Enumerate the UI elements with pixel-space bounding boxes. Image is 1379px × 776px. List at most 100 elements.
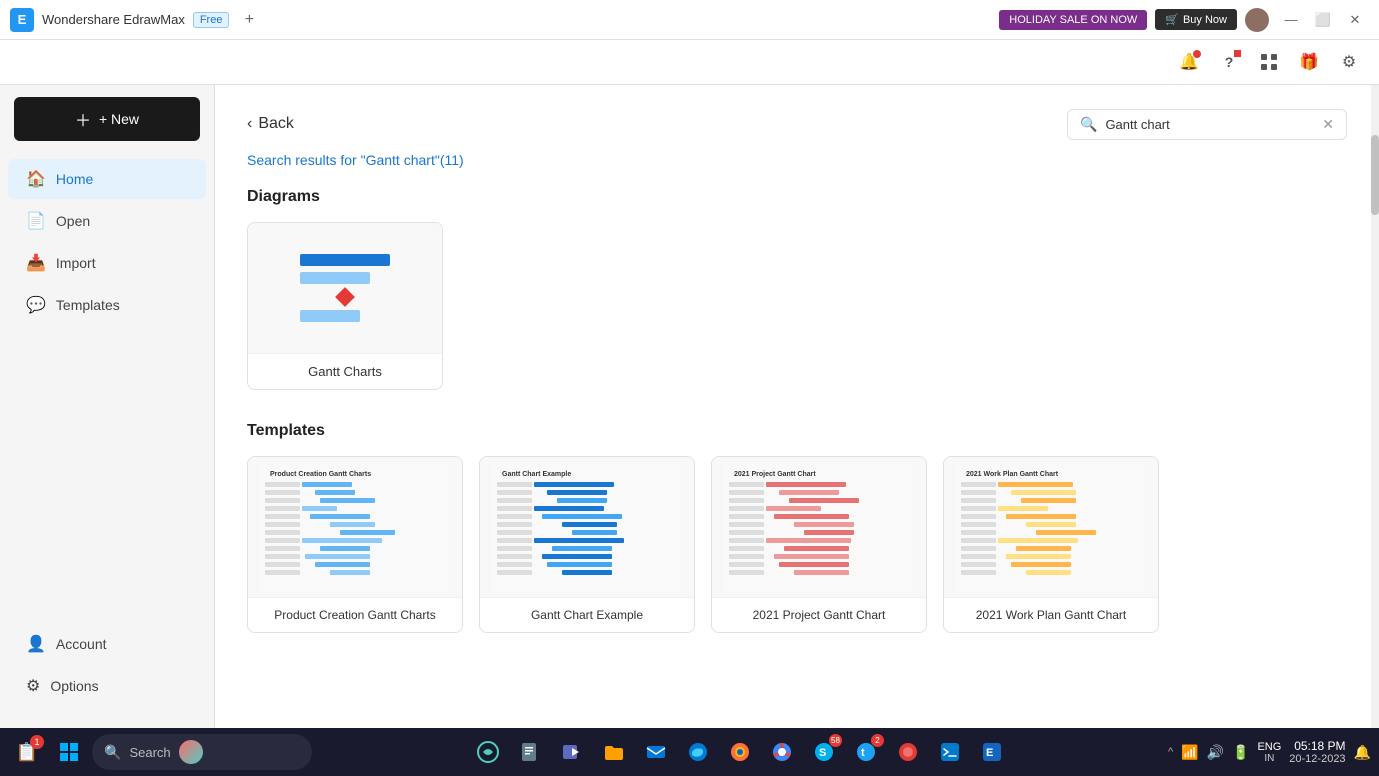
template-card-1[interactable]: Gantt Chart Example [479,456,695,633]
apps-grid-icon[interactable] [1255,48,1283,76]
template-thumbnail-3: 2021 Work Plan Gantt Chart [944,457,1158,597]
svg-text:t: t [861,747,865,759]
diagram-card-gantt[interactable]: Gantt Charts [247,222,443,390]
notification-dot [1193,50,1201,58]
notification-icon[interactable]: 🔔 [1175,48,1203,76]
taskbar-center-apps: S 58 t 2 E [316,733,1164,771]
search-icon: 🔍 [1080,116,1097,133]
taskbar-app-chrome[interactable] [763,733,801,771]
svg-text:2021 Project Gantt Chart: 2021 Project Gantt Chart [734,471,816,478]
plus-icon: ＋ [75,107,91,131]
options-icon: ⚙ [26,676,40,696]
search-input[interactable] [1105,117,1314,132]
taskbar-windows-start[interactable] [50,733,88,771]
app-logo: E [10,8,34,32]
back-button[interactable]: ‹ Back [247,115,294,133]
template-card-label-1: Gantt Chart Example [480,597,694,632]
new-button[interactable]: ＋ + New [14,97,200,141]
back-header: ‹ Back 🔍 ✕ [247,109,1347,140]
taskbar-notification[interactable]: 📋 1 [8,733,46,771]
template-card-0[interactable]: Product Creation Gantt Charts [247,456,463,633]
taskbar-app-mail[interactable] [637,733,675,771]
search-results-text: Search results for "Gantt chart"(11) [247,152,1347,168]
diagrams-grid: Gantt Charts [247,222,1347,390]
gantt-bar-light [300,272,370,284]
sidebar-item-templates[interactable]: 💬 Templates [8,285,206,325]
template-card-label-3: 2021 Work Plan Gantt Chart [944,597,1158,632]
taskbar-app-video[interactable] [553,733,591,771]
sidebar-item-label: Import [56,255,96,271]
buy-now-button[interactable]: 🛒 Buy Now [1155,9,1237,30]
template-card-label-0: Product Creation Gantt Charts [248,597,462,632]
help-icon[interactable]: ? [1215,48,1243,76]
sidebar-item-label: Options [50,678,98,694]
template-card-label-2: 2021 Project Gantt Chart [712,597,926,632]
free-badge: Free [193,12,230,28]
gantt-milestone-diamond [335,287,355,307]
import-icon: 📥 [26,253,46,273]
template-thumbnail-0: Product Creation Gantt Charts [248,457,462,597]
template-card-3[interactable]: 2021 Work Plan Gantt Chart [943,456,1159,633]
template-card-2[interactable]: 2021 Project Gantt Chart [711,456,927,633]
content-area: ‹ Back 🔍 ✕ Search results for "Gantt cha… [215,85,1379,728]
cart-icon: 🛒 [1165,13,1179,26]
taskbar-search-text: Search [129,745,170,760]
svg-text:Product Creation Gantt Charts: Product Creation Gantt Charts [270,471,371,478]
holiday-sale-button[interactable]: HOLIDAY SALE ON NOW [999,10,1147,30]
search-query: "Gantt chart" [361,152,440,168]
sidebar-item-import[interactable]: 📥 Import [8,243,206,283]
taskbar-search-box[interactable]: 🔍 Search [92,734,312,770]
taskbar-app-file[interactable] [511,733,549,771]
minimize-button[interactable]: — [1277,6,1305,34]
notification-bell-icon[interactable]: 🔔 [1354,744,1371,761]
account-icon: 👤 [26,634,46,654]
titlebar-left: E Wondershare EdrawMax Free + [10,8,261,32]
date-display: 20-12-2023 [1289,753,1345,765]
scrollbar-thumb[interactable] [1371,135,1379,215]
sidebar-item-account[interactable]: 👤 Account [8,624,206,664]
header-bar: 🔔 ? 🎁 ⚙ [0,40,1379,85]
taskbar-app-folder[interactable] [595,733,633,771]
taskbar: 📋 1 🔍 Search [0,728,1379,776]
settings-icon[interactable]: ⚙ [1335,48,1363,76]
sidebar-item-options[interactable]: ⚙ Options [8,666,206,706]
gift-icon[interactable]: 🎁 [1295,48,1323,76]
sidebar-item-open[interactable]: 📄 Open [8,201,206,241]
sidebar-item-label: Account [56,636,107,652]
taskbar-app-edraw[interactable]: E [973,733,1011,771]
taskbar-app-firefox[interactable] [721,733,759,771]
taskbar-search-icon: 🔍 [104,744,121,761]
battery-icon[interactable]: 🔋 [1232,744,1249,761]
taskbar-app-red[interactable] [889,733,927,771]
sidebar-nav: 🏠 Home 📄 Open 📥 Import 💬 Templates [0,157,214,614]
system-tray-expand[interactable]: ^ [1168,746,1173,758]
taskbar-app-twitter[interactable]: t 2 [847,733,885,771]
volume-icon[interactable]: 🔊 [1207,744,1224,761]
notification-badge: 1 [30,735,44,749]
add-tab-button[interactable]: + [237,8,261,32]
time-display: 05:18 PM [1289,739,1345,753]
titlebar-right: HOLIDAY SALE ON NOW 🛒 Buy Now — ⬜ ✕ [999,6,1369,34]
time-block: 05:18 PM 20-12-2023 [1289,739,1345,765]
taskbar-app-vscode[interactable] [931,733,969,771]
taskbar-app-colorful[interactable] [469,733,507,771]
sidebar-item-label: Open [56,213,90,229]
taskbar-app-skype[interactable]: S 58 [805,733,843,771]
template-thumbnail-1: Gantt Chart Example [480,457,694,597]
maximize-button[interactable]: ⬜ [1309,6,1337,34]
search-clear-icon[interactable]: ✕ [1322,116,1334,133]
taskbar-right: ^ 📶 🔊 🔋 ENG IN 05:18 PM 20-12-2023 🔔 [1168,739,1371,765]
taskbar-app-edge[interactable] [679,733,717,771]
window-controls: — ⬜ ✕ [1277,6,1369,34]
sidebar-item-home[interactable]: 🏠 Home [8,159,206,199]
svg-text:S: S [819,747,826,759]
back-label: Back [258,115,294,133]
back-arrow-icon: ‹ [247,115,252,133]
user-avatar[interactable] [1245,8,1269,32]
diagrams-section-title: Diagrams [247,188,1347,206]
wifi-icon[interactable]: 📶 [1181,744,1198,761]
language-block[interactable]: ENG IN [1257,741,1281,764]
svg-text:2021 Work Plan Gantt Chart: 2021 Work Plan Gantt Chart [966,471,1059,478]
search-bar[interactable]: 🔍 ✕ [1067,109,1347,140]
close-button[interactable]: ✕ [1341,6,1369,34]
